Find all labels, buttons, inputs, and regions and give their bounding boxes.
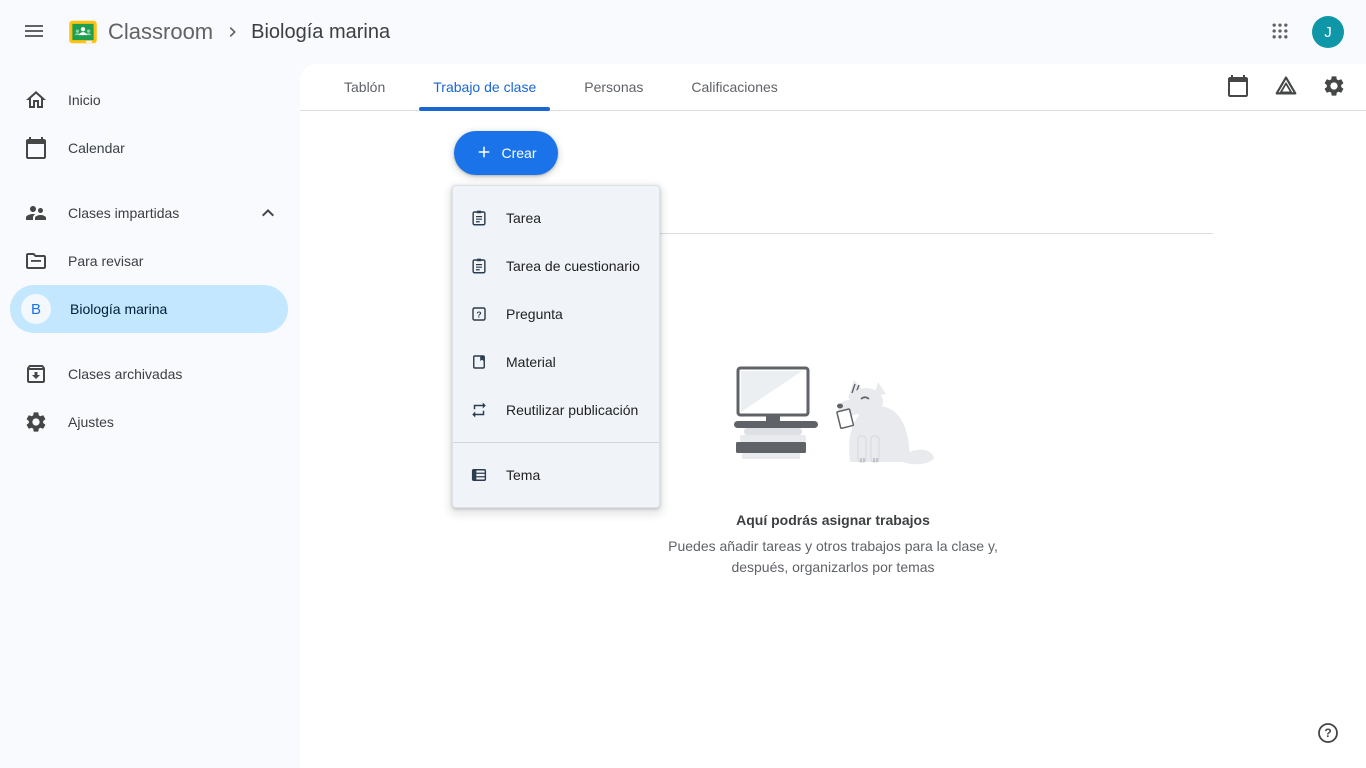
svg-text:?: ? [1324,726,1331,740]
tab-calificaciones[interactable]: Calificaciones [667,64,801,110]
create-menu: Tarea Tarea de cuestionario ? Pregunta [452,185,660,508]
question-icon: ? [470,305,488,323]
reuse-post-icon [470,401,488,419]
classroom-home-link[interactable]: Classroom [68,17,213,47]
sidebar-item-label: Para revisar [68,253,143,269]
create-button-label: Crear [501,145,536,161]
sidebar-item-label: Ajustes [68,414,114,430]
breadcrumb-course-name[interactable]: Biología marina [251,21,390,44]
hamburger-icon [22,19,46,46]
account-avatar[interactable]: J [1312,16,1344,48]
empty-state-line1: Puedes añadir tareas y otros trabajos pa… [300,536,1366,557]
calendar-icon [24,136,48,160]
open-calendar-button[interactable] [1214,64,1262,112]
settings-gear-icon [1322,74,1346,101]
course-tabbar: Tablón Trabajo de clase Personas Calific… [300,64,1366,111]
empty-state-line2: después, organizarlos por temas [300,557,1366,578]
class-initial-avatar: B [21,294,51,324]
main-content: Tablón Trabajo de clase Personas Calific… [300,64,1366,768]
classroom-logo-icon [68,17,98,47]
plus-icon [475,143,493,164]
assignment-icon [470,209,488,227]
top-app-bar: Classroom Biología marina J [0,0,1366,64]
menu-item-tarea-de-cuestionario[interactable]: Tarea de cuestionario [453,242,659,290]
tab-trabajo-de-clase[interactable]: Trabajo de clase [409,64,560,110]
material-icon [470,353,488,371]
calendar-icon [1226,74,1250,101]
empty-state-title: Aquí podrás asignar trabajos [300,512,1366,528]
sidebar-item-calendar[interactable]: Calendar [0,124,300,172]
quiz-assignment-icon [470,257,488,275]
svg-text:?: ? [476,309,481,319]
menu-item-tema[interactable]: Tema [453,451,659,499]
tab-personas[interactable]: Personas [560,64,667,110]
sidebar-item-biologia-marina[interactable]: B Biología marina [10,285,288,333]
course-settings-button[interactable] [1310,64,1358,112]
sidebar-item-clases-impartidas[interactable]: Clases impartidas [0,189,300,237]
menu-item-label: Material [506,354,556,370]
menu-item-pregunta[interactable]: ? Pregunta [453,290,659,338]
sidebar-item-label: Biología marina [70,301,167,317]
sidebar-item-label: Calendar [68,140,125,156]
sidebar-item-label: Clases archivadas [68,366,182,382]
help-icon: ? [1316,721,1340,748]
topbar-actions: J [1256,8,1354,56]
help-button[interactable]: ? [1306,712,1350,756]
topic-icon [470,466,488,484]
menu-item-tarea[interactable]: Tarea [453,194,659,242]
sidebar-item-clases-archivadas[interactable]: Clases archivadas [0,350,300,398]
to-review-folder-icon [24,249,48,273]
menu-item-material[interactable]: Material [453,338,659,386]
menu-item-label: Tarea de cuestionario [506,258,640,274]
sidebar-item-label: Inicio [68,92,101,108]
menu-divider [453,442,659,443]
google-drive-icon [1273,73,1299,102]
empty-state-text: Puedes añadir tareas y otros trabajos pa… [300,536,1366,578]
sidebar-item-para-revisar[interactable]: Para revisar [0,237,300,285]
menu-item-label: Tema [506,467,540,483]
sidebar-item-label: Clases impartidas [68,205,179,221]
tabbar-actions [1214,64,1358,111]
archive-icon [24,362,48,386]
chevron-up-icon[interactable] [256,201,280,225]
apps-grid-icon [1270,21,1290,44]
menu-item-label: Pregunta [506,306,563,322]
sidebar-nav: Inicio Calendar Clases impartidas Para r… [0,64,300,768]
sidebar-item-ajustes[interactable]: Ajustes [0,398,300,446]
tab-tablon[interactable]: Tablón [320,64,409,110]
app-name: Classroom [108,19,213,45]
drive-folder-button[interactable] [1262,64,1310,112]
main-menu-button[interactable] [10,8,58,56]
teaching-icon [24,201,48,225]
create-button[interactable]: Crear [454,131,558,175]
settings-gear-icon [24,410,48,434]
menu-item-label: Reutilizar publicación [506,402,638,418]
sidebar-item-inicio[interactable]: Inicio [0,76,300,124]
menu-item-label: Tarea [506,210,541,226]
google-apps-button[interactable] [1256,8,1304,56]
chevron-right-icon [223,22,243,42]
home-icon [24,88,48,112]
empty-state-illustration [728,464,938,481]
menu-item-reutilizar-publicacion[interactable]: Reutilizar publicación [453,386,659,434]
